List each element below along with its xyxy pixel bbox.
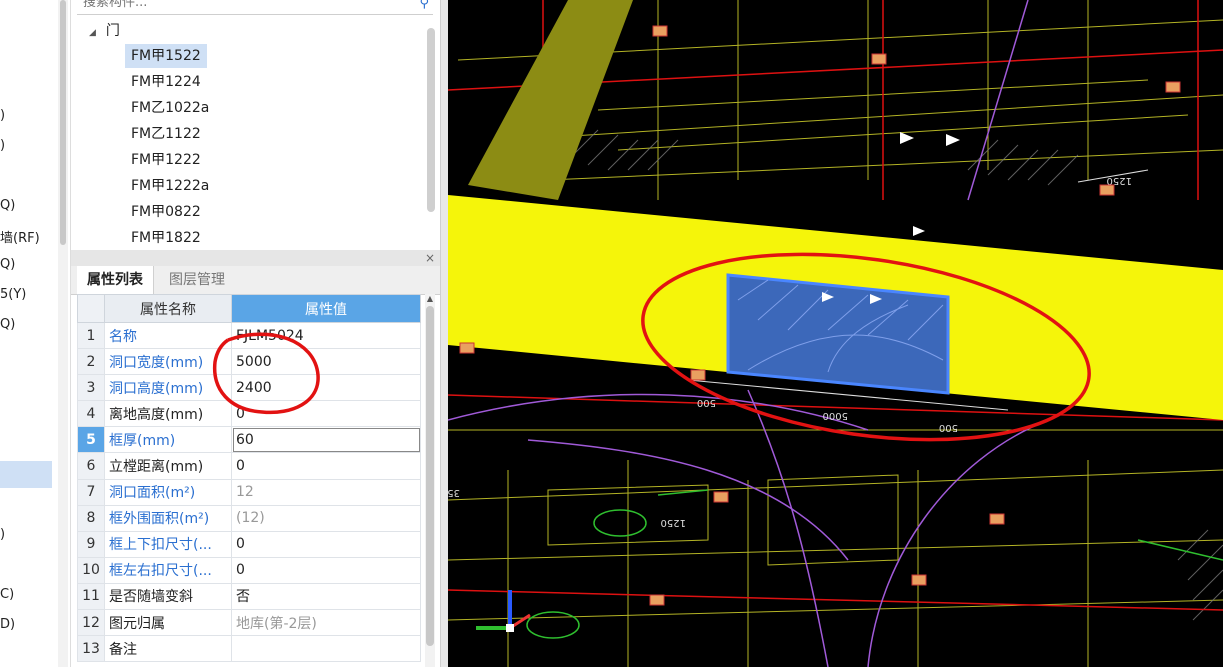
tree-item[interactable]: FM乙1022a [125, 96, 215, 120]
property-name: 框上下扣尺寸(... [104, 530, 232, 558]
tree-item[interactable]: FM甲0822 [125, 200, 207, 224]
dimension-label: 35 [448, 487, 460, 498]
row-number: 4 [77, 400, 105, 428]
cad-drawing[interactable]: 1250 5000 500 500 1250 35 [448, 0, 1223, 667]
search-input[interactable] [81, 0, 405, 11]
tree-label-fragment[interactable]: Q) [0, 317, 15, 332]
search-icon[interactable]: ⚲ [419, 0, 429, 11]
property-value[interactable]: 地库(第-2层) [231, 609, 421, 637]
row-number: 3 [77, 374, 105, 402]
property-name: 框厚(mm) [104, 426, 232, 454]
property-row[interactable]: 5 框厚(mm) 60 [77, 426, 421, 454]
panel-divider: × [71, 250, 441, 266]
selected-tree-row[interactable] [0, 461, 52, 488]
tab-properties[interactable]: 属性列表 [77, 266, 154, 294]
row-number: 8 [77, 504, 105, 532]
property-scrollbar[interactable]: ▲ [425, 294, 435, 667]
property-value[interactable]: 0 [231, 556, 421, 584]
property-value[interactable]: 60 [231, 426, 421, 454]
property-name: 图元归属 [104, 609, 232, 637]
property-value[interactable]: 0 [231, 452, 421, 480]
annotation-circle-values [212, 332, 320, 415]
row-number: 13 [77, 635, 105, 663]
property-row[interactable]: 6 立樘距离(mm) 0 [77, 452, 421, 480]
tree-label-fragment[interactable]: ) [0, 527, 5, 542]
property-name: 洞口面积(m²) [104, 478, 232, 506]
tree-label-fragment[interactable]: ) [0, 108, 5, 123]
tree-root-door[interactable]: ◢ 门 [89, 20, 120, 40]
dimension-label: 500 [697, 397, 716, 408]
tree-item[interactable]: FM乙1122 [125, 122, 207, 146]
green-symbols [526, 489, 1223, 639]
search-bar: ⚲ [77, 0, 433, 15]
row-number: 10 [77, 556, 105, 584]
property-name: 框外围面积(m²) [104, 504, 232, 532]
property-row[interactable]: 13 备注 [77, 635, 421, 663]
collapse-triangle-icon[interactable]: ◢ [89, 28, 96, 38]
tree-label-fragment[interactable]: C) [0, 587, 14, 602]
property-tabs: 属性列表 图层管理 [71, 266, 441, 295]
tree-item[interactable]: FM甲1224 [125, 70, 207, 94]
component-tree: ◢ 门 FM甲1522 FM甲1224 FM乙1022a FM乙1122 FM甲1… [77, 16, 433, 246]
property-value[interactable]: 否 [231, 582, 421, 611]
property-row[interactable]: 11 是否随墙变斜否 [77, 582, 421, 611]
row-number: 11 [77, 582, 105, 611]
tree-label-fragment[interactable]: 5(Y) [0, 287, 26, 302]
cad-viewport[interactable]: 1250 5000 500 500 1250 35 [448, 0, 1223, 667]
property-value[interactable] [231, 635, 421, 663]
dimension-label: 1250 [661, 517, 686, 528]
row-number: 12 [77, 609, 105, 637]
dimension-label: 500 [939, 422, 958, 433]
close-icon[interactable]: × [425, 250, 435, 266]
property-name: 立樘距离(mm) [104, 452, 232, 480]
tree-label-fragment[interactable]: 墙(RF) [0, 227, 40, 246]
row-number: 1 [77, 321, 105, 350]
tree-root-label: 门 [105, 23, 120, 39]
property-row[interactable]: 12 图元归属 地库(第-2层) [77, 609, 421, 637]
dimension-label: 5000 [823, 410, 848, 421]
tree-item[interactable]: FM甲1222 [125, 148, 207, 172]
scroll-up-icon[interactable]: ▲ [425, 294, 435, 303]
tree-item[interactable]: FM甲1522 [125, 44, 207, 68]
scrollbar-thumb[interactable] [60, 0, 66, 245]
tree-item[interactable]: FM甲1822 [125, 226, 207, 246]
row-number: 7 [77, 478, 105, 506]
property-row[interactable]: 9 框上下扣尺寸(... 0 [77, 530, 421, 558]
scrollbar-thumb[interactable] [426, 306, 434, 646]
axis-gizmo [476, 590, 531, 632]
property-row[interactable]: 8 框外围面积(m²) (12) [77, 504, 421, 532]
object-tree-panel: ) ) Q) 墙(RF) Q) 5(Y) Q) ) C) D) [0, 0, 58, 667]
tree-label-fragment[interactable]: D) [0, 617, 15, 632]
tree-scrollbar[interactable] [427, 28, 435, 212]
property-row[interactable]: 10 框左右扣尺寸(... 0 [77, 556, 421, 584]
column-header-value: 属性值 [231, 294, 421, 323]
tab-layers[interactable]: 图层管理 [159, 266, 235, 294]
tree-label-fragment[interactable]: ) [0, 138, 5, 153]
row-number-header [77, 294, 105, 323]
row-number: 5 [77, 426, 105, 454]
selected-door-opening[interactable] [726, 273, 950, 395]
left-panel-scrollbar[interactable] [58, 0, 68, 667]
row-number: 6 [77, 452, 105, 480]
property-value[interactable]: (12) [231, 504, 421, 532]
property-name: 是否随墙变斜 [104, 582, 232, 611]
property-value[interactable]: 0 [231, 530, 421, 558]
property-row[interactable]: 7 洞口面积(m²) 12 [77, 478, 421, 506]
column-header-name: 属性名称 [104, 294, 232, 323]
row-number: 9 [77, 530, 105, 558]
tree-item[interactable]: FM甲1222a [125, 174, 215, 198]
property-name: 备注 [104, 635, 232, 663]
tree-label-fragment[interactable]: Q) [0, 257, 15, 272]
property-value[interactable]: 12 [231, 478, 421, 506]
tree-label-fragment[interactable]: Q) [0, 198, 15, 213]
property-name: 框左右扣尺寸(... [104, 556, 232, 584]
row-number: 2 [77, 348, 105, 376]
